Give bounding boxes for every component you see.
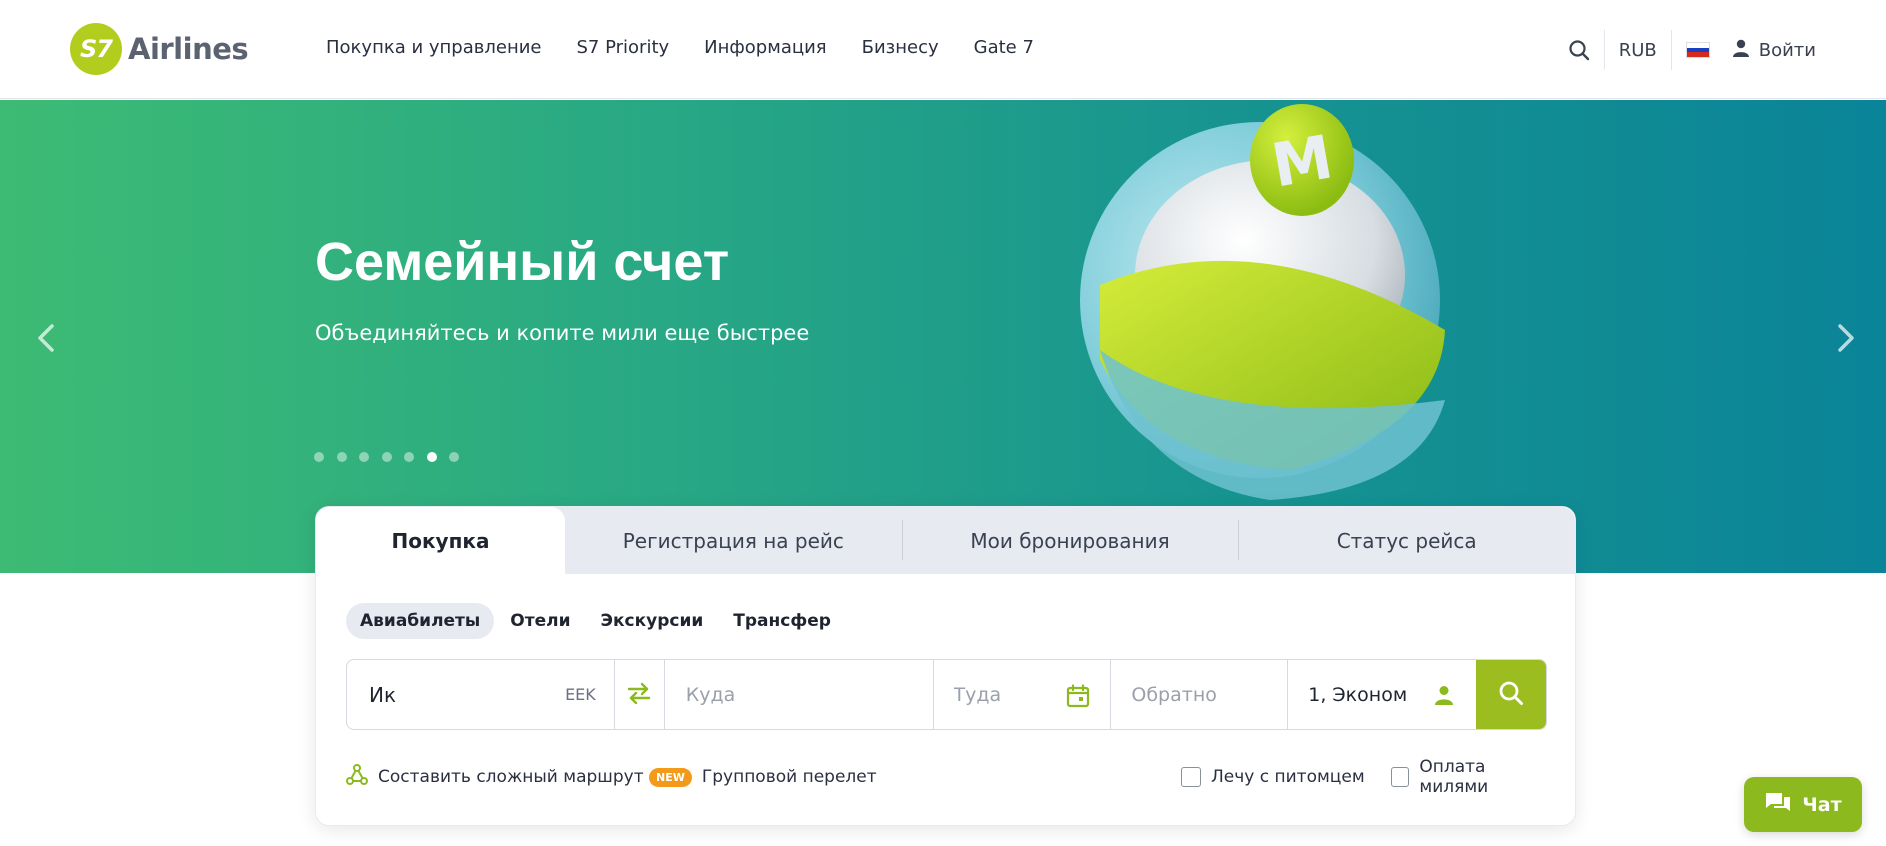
return-date-field[interactable] — [1111, 660, 1289, 729]
product-subtabs: Авиабилеты Отели Экскурсии Трансфер — [346, 603, 847, 639]
departure-date-input[interactable] — [953, 683, 1054, 706]
departure-date-field[interactable] — [934, 660, 1112, 729]
miles-payment-checkbox[interactable] — [1391, 767, 1410, 787]
passengers-class-value: 1, Эконом — [1308, 683, 1408, 706]
login-button[interactable]: Войти — [1732, 39, 1816, 61]
subtab-excursions[interactable]: Экскурсии — [587, 603, 718, 639]
miles-payment-label: Оплата милями — [1419, 757, 1489, 797]
login-label: Войти — [1758, 39, 1816, 61]
group-flight-link[interactable]: NEW Групповой перелет — [649, 762, 877, 792]
chat-button[interactable]: Чат — [1744, 777, 1862, 832]
search-options: Составить сложный маршрут NEW Групповой … — [346, 757, 1547, 797]
destination-input[interactable] — [685, 683, 933, 706]
promo-subtitle: Объединяйтесь и копите мили еще быстрее — [315, 321, 810, 345]
nav-information[interactable]: Информация — [704, 37, 826, 58]
carousel-next-arrow-icon[interactable] — [1830, 318, 1860, 358]
new-badge: NEW — [649, 767, 692, 787]
flight-search-form: Ик EEK Куда Туда Обратно 1, Эконом — [346, 659, 1547, 730]
tab-my-bookings[interactable]: Мои бронирования — [901, 507, 1239, 574]
svg-text:M: M — [1267, 122, 1338, 201]
origin-airport-code: EEK — [565, 685, 596, 704]
search-flights-button[interactable] — [1476, 660, 1546, 729]
promo-carousel: Семейный счет Объединяйтесь и копите мил… — [0, 100, 1886, 573]
s7-logo-mark: S7 — [70, 23, 122, 75]
destination-field[interactable] — [665, 660, 934, 729]
header-actions: RUB Войти — [1568, 30, 1816, 70]
carousel-dot[interactable] — [404, 452, 414, 462]
tab-purchase[interactable]: Покупка — [316, 507, 565, 574]
search-icon — [1498, 680, 1524, 710]
site-header: S7 Airlines Покупка и управление S7 Prio… — [0, 0, 1886, 99]
nav-s7-priority[interactable]: S7 Priority — [577, 37, 670, 58]
search-icon[interactable] — [1568, 39, 1590, 61]
piggy-bank-sphere-illustration: M — [1080, 104, 1445, 500]
carousel-dots — [314, 452, 472, 462]
booking-widget: Покупка Регистрация на рейс Мои брониров… — [315, 506, 1576, 826]
origin-field[interactable]: Ик EEK — [347, 660, 615, 729]
group-flight-label: Групповой перелет — [701, 767, 877, 787]
carousel-prev-arrow-icon[interactable] — [32, 318, 62, 358]
tab-check-in[interactable]: Регистрация на рейс — [565, 507, 902, 574]
promo-title: Семейный счет — [315, 232, 730, 292]
russia-flag-icon[interactable] — [1685, 42, 1710, 58]
complex-route-label: Составить сложный маршрут — [378, 767, 644, 787]
divider — [1670, 30, 1672, 70]
s7-airlines-logo[interactable]: S7 Airlines — [70, 23, 249, 75]
origin-value: Ик — [369, 682, 397, 707]
main-nav: Покупка и управление S7 Priority Информа… — [326, 37, 1069, 58]
nav-gate-7[interactable]: Gate 7 — [974, 37, 1034, 58]
booking-tabs: Покупка Регистрация на рейс Мои брониров… — [316, 507, 1575, 574]
currency-selector[interactable]: RUB — [1619, 40, 1657, 61]
pet-option[interactable]: Лечу с питомцем — [1181, 762, 1365, 792]
pet-option-label: Лечу с питомцем — [1211, 767, 1365, 787]
passenger-icon — [1434, 685, 1454, 709]
carousel-dot[interactable] — [381, 452, 392, 462]
route-nodes-icon — [346, 764, 368, 790]
swap-directions-button[interactable] — [615, 660, 665, 729]
logo-text: Airlines — [128, 32, 249, 66]
nav-business[interactable]: Бизнесу — [862, 37, 939, 58]
complex-route-link[interactable]: Составить сложный маршрут — [346, 762, 644, 792]
subtab-hotels[interactable]: Отели — [496, 603, 584, 639]
pet-checkbox[interactable] — [1181, 767, 1201, 787]
chat-label: Чат — [1802, 793, 1842, 816]
chat-bubbles-icon — [1764, 791, 1792, 819]
miles-payment-option[interactable]: Оплата милями — [1391, 757, 1547, 797]
carousel-dot[interactable] — [449, 452, 459, 462]
subtab-flights[interactable]: Авиабилеты — [346, 603, 495, 639]
swap-arrows-icon — [627, 682, 651, 708]
return-date-input[interactable] — [1131, 683, 1288, 706]
carousel-dot[interactable] — [336, 452, 347, 462]
carousel-dot[interactable] — [359, 452, 369, 462]
divider — [1603, 30, 1605, 70]
carousel-dot[interactable] — [314, 452, 324, 462]
calendar-icon[interactable] — [1066, 684, 1090, 712]
carousel-dot[interactable] — [426, 452, 437, 462]
user-icon — [1732, 39, 1750, 61]
tab-flight-status[interactable]: Статус рейса — [1238, 507, 1575, 574]
passengers-class-field[interactable]: 1, Эконом — [1288, 660, 1476, 729]
subtab-transfer[interactable]: Трансфер — [719, 603, 845, 639]
nav-purchase-management[interactable]: Покупка и управление — [326, 37, 542, 58]
